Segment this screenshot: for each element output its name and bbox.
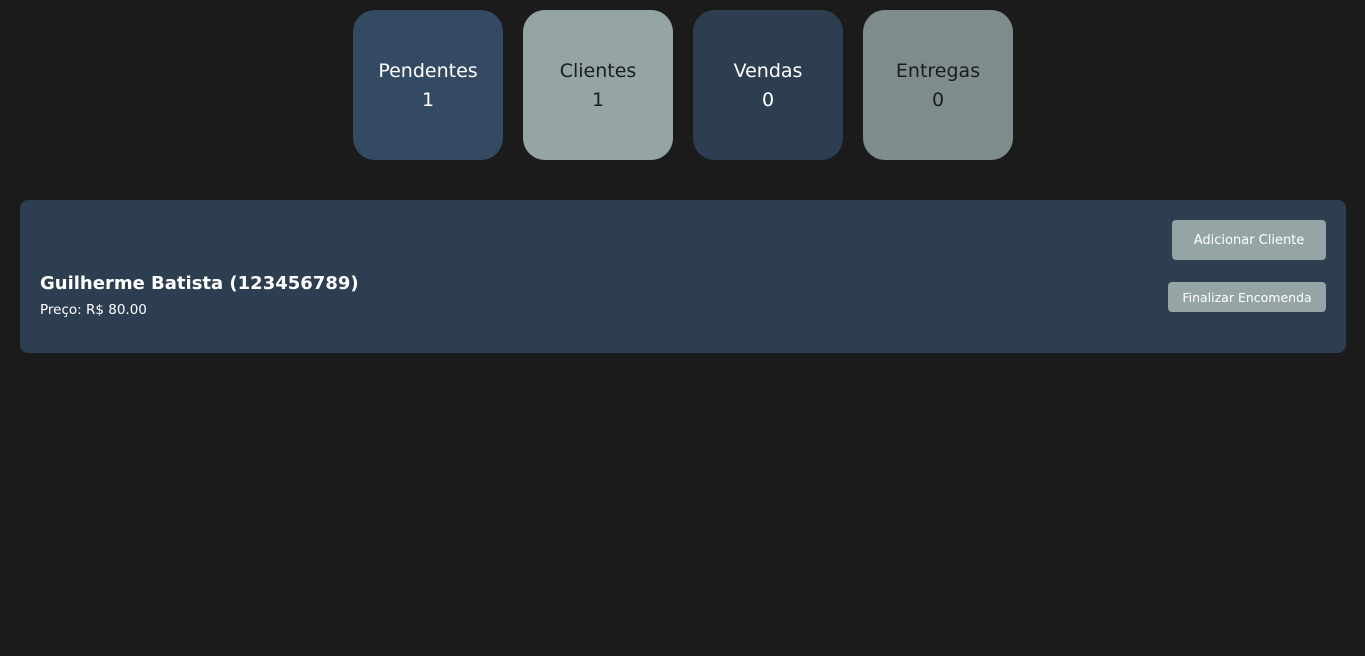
add-client-button[interactable]: Adicionar Cliente xyxy=(1172,220,1326,260)
stat-label: Vendas xyxy=(733,60,803,82)
finish-order-button[interactable]: Finalizar Encomenda xyxy=(1168,282,1326,312)
stat-label: Clientes xyxy=(559,60,637,82)
order-panel: Guilherme Batista (123456789) Preço: R$ … xyxy=(20,200,1346,353)
stat-label: Pendentes xyxy=(378,60,478,82)
stats-row: Pendentes 1 Clientes 1 Vendas 0 Entregas… xyxy=(353,10,1013,160)
stat-card-pendentes[interactable]: Pendentes 1 xyxy=(353,10,503,160)
stat-value: 0 xyxy=(761,89,775,111)
stat-value: 0 xyxy=(931,89,945,111)
order-price: Preço: R$ 80.00 xyxy=(40,302,147,318)
stat-value: 1 xyxy=(591,89,605,111)
stat-card-entregas[interactable]: Entregas 0 xyxy=(863,10,1013,160)
stat-card-vendas[interactable]: Vendas 0 xyxy=(693,10,843,160)
order-title: Guilherme Batista (123456789) xyxy=(40,273,359,294)
stat-label: Entregas xyxy=(895,60,981,82)
stat-card-clientes[interactable]: Clientes 1 xyxy=(523,10,673,160)
order-info: Guilherme Batista (123456789) Preço: R$ … xyxy=(40,271,359,320)
stat-value: 1 xyxy=(421,89,435,111)
